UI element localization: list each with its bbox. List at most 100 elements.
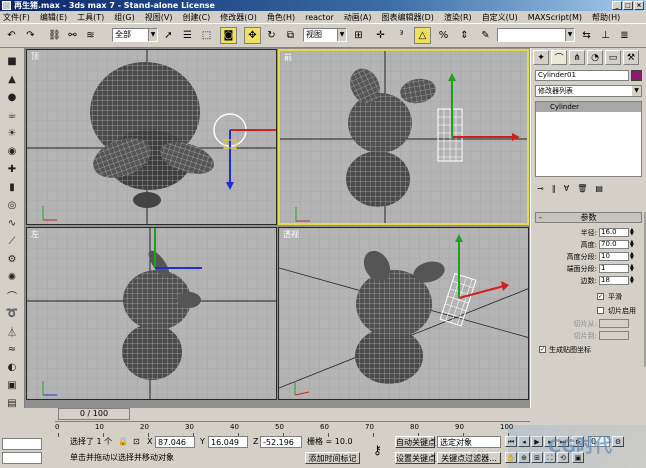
display-tab-icon[interactable]: ▭ [605,50,621,65]
viewport-left[interactable]: 左 [26,227,277,400]
noise-icon[interactable]: ≈ [4,342,20,357]
object-color-swatch[interactable] [631,70,642,81]
select-and-move-icon[interactable]: ✥ [244,27,261,44]
pin-stack-icon[interactable]: ⊸ [537,184,544,193]
menu-graph-editors[interactable]: 图表编辑器(D) [381,12,433,23]
slice-on-checkbox[interactable] [597,307,604,314]
sphere-icon[interactable]: ● [4,90,20,105]
camera-icon[interactable]: ◉ [4,144,20,159]
rectangle-selection-icon[interactable]: ⬚ [198,27,215,44]
light-icon[interactable]: ☀ [4,126,20,141]
height-segments-input[interactable]: 10 [599,252,629,261]
particle-icon[interactable]: ✺ [4,270,20,285]
reference-coordinate-dropdown[interactable]: 视图 ▼ [303,28,347,42]
spinner-snap-icon[interactable]: ⇕ [456,27,473,44]
maxscript-listener-field[interactable] [2,438,42,450]
unlink-icon[interactable]: ⚯ [64,27,81,44]
select-manipulate-icon[interactable]: ✛ [372,27,389,44]
selected-object-dropdown[interactable]: 选定对象 [437,436,501,448]
object-name-field[interactable]: Cylinder01 [535,70,629,81]
configure-modifier-sets-icon[interactable]: ▤ [595,184,603,193]
modifier-list-dropdown[interactable]: 修改器列表 ▼ [535,85,642,97]
gear-icon[interactable]: ⚙ [4,252,20,267]
bind-space-warp-icon[interactable]: ≋ [82,27,99,44]
select-and-scale-icon[interactable]: ⧉ [282,27,299,44]
close-button[interactable]: × [634,1,644,10]
make-unique-icon[interactable]: ∀ [564,184,569,193]
add-time-tag-button[interactable]: 添加时间标记 [305,452,360,464]
menu-maxscript[interactable]: MAXScript(M) [528,13,582,22]
layer-manager-icon[interactable]: ≣ [616,27,633,44]
menu-animation[interactable]: 动画(A) [344,12,372,23]
auto-key-button[interactable]: 自动关键点 [395,436,436,448]
redo-icon[interactable]: ↷ [22,27,39,44]
cone-icon[interactable]: ▲ [4,72,20,87]
remove-modifier-icon[interactable]: 🗑 [577,184,587,193]
motion-tab-icon[interactable]: ◔ [587,50,603,65]
named-selection-sets-dropdown[interactable]: ▼ [497,28,575,42]
menu-group[interactable]: 组(G) [114,12,134,23]
spline-icon[interactable]: ∿ [4,216,20,231]
spinner-icon[interactable]: ▲ ▼ [630,264,636,273]
maximize-button[interactable]: □ [623,1,633,10]
menu-character[interactable]: 角色(H) [267,12,295,23]
twist-icon[interactable]: ➰ [4,306,20,321]
lock-icon[interactable]: 🔒 [118,436,128,448]
show-end-result-icon[interactable]: ∥ [552,184,556,193]
material-icon[interactable]: ◐ [4,360,20,375]
stack-item-cylinder[interactable]: Cylinder [536,102,641,112]
spinner-icon[interactable]: ▲ ▼ [630,252,636,261]
height-input[interactable]: 70.0 [599,240,629,249]
hierarchy-tab-icon[interactable]: ⋔ [569,50,585,65]
pivot-center-icon[interactable]: ⊞ [350,27,367,44]
select-by-name-icon[interactable]: ☰ [179,27,196,44]
select-link-icon[interactable]: ⛓ [46,27,63,44]
viewport-top[interactable]: 顶 [26,49,277,225]
teapot-icon[interactable]: ☕ [4,108,20,123]
bone-icon[interactable]: ⟋ [4,234,20,249]
helper-icon[interactable]: ✚ [4,162,20,177]
modify-tab-icon[interactable]: ⌒ [551,50,567,65]
snap-toggle-icon[interactable]: ³ [393,27,410,44]
z-coordinate-field[interactable]: -52.196 [260,436,302,448]
menu-rendering[interactable]: 渲染(R) [444,12,472,23]
maxscript-output-field[interactable] [2,452,42,464]
percent-snap-icon[interactable]: % [435,27,452,44]
menu-views[interactable]: 视图(V) [145,12,173,23]
selection-filter-dropdown[interactable]: 全部 ▼ [112,28,158,42]
spinner-icon[interactable]: ▲ ▼ [630,276,636,285]
spinner-icon[interactable]: ▲ ▼ [630,240,636,249]
undo-icon[interactable]: ↶ [3,27,20,44]
time-slider[interactable]: 0 / 100 [58,408,130,420]
named-selection-icon[interactable]: ✎ [477,27,494,44]
select-object-icon[interactable]: ➚ [160,27,177,44]
viewport-perspective[interactable]: 透视 [278,227,529,400]
x-coordinate-field[interactable]: 87.046 [155,436,195,448]
menu-modifiers[interactable]: 修改器(O) [220,12,257,23]
sides-input[interactable]: 18 [599,276,629,285]
menu-customize[interactable]: 自定义(U) [482,12,518,23]
key-icon[interactable]: ⚷ [373,444,382,456]
absolute-mode-icon[interactable]: ⊡ [133,436,140,448]
menu-tools[interactable]: 工具(T) [77,12,104,23]
bend-icon[interactable]: ⌒ [4,288,20,303]
parameters-rollout-header[interactable]: - 参数 [535,212,642,223]
smooth-checkbox[interactable]: ✓ [597,293,604,300]
taper-icon[interactable]: ⏃ [4,324,20,339]
menu-file[interactable]: 文件(F) [3,12,30,23]
set-key-button[interactable]: 设置关键点 [395,452,436,464]
minimize-button[interactable]: _ [612,1,622,10]
window-crossing-icon[interactable]: ◙ [220,27,237,44]
menu-edit[interactable]: 编辑(E) [40,12,67,23]
align-icon[interactable]: ⊥ [597,27,614,44]
spinner-icon[interactable]: ▲ ▼ [630,228,636,237]
cap-segments-input[interactable]: 1 [599,264,629,273]
cylinder-icon[interactable]: ▮ [4,180,20,195]
menu-reactor[interactable]: reactor [305,13,334,22]
render-icon[interactable]: ▣ [4,378,20,393]
create-tab-icon[interactable]: ✦ [533,50,549,65]
viewport-front[interactable]: 前 [278,49,529,225]
select-and-rotate-icon[interactable]: ↻ [263,27,280,44]
utilities-tab-icon[interactable]: ⚒ [623,50,639,65]
torus-icon[interactable]: ◎ [4,198,20,213]
